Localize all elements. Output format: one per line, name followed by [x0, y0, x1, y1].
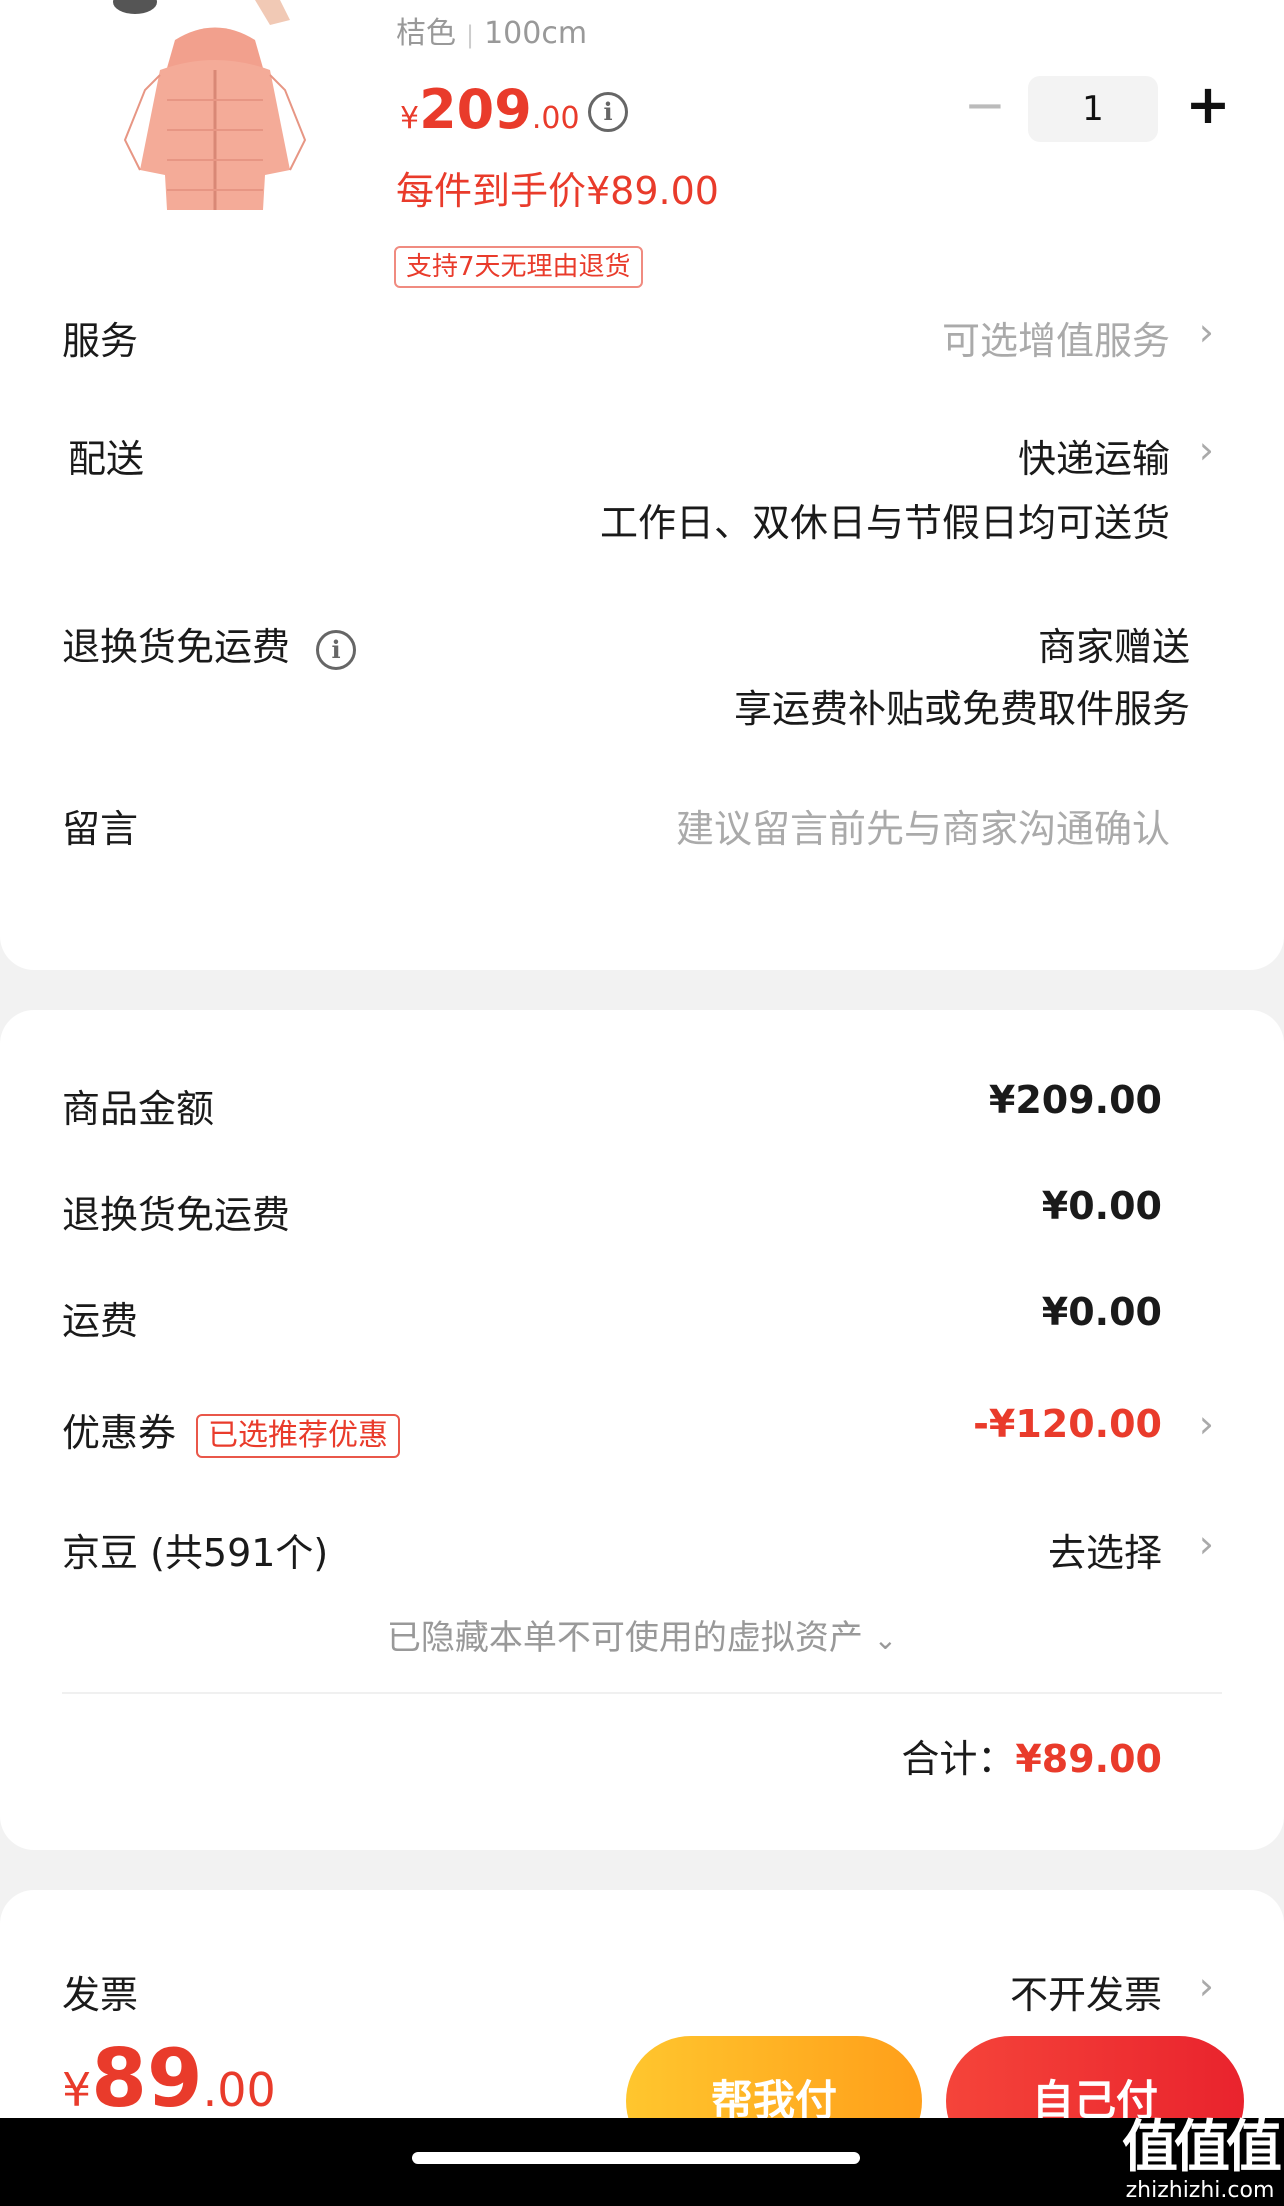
order-items-card: 桔色 | 100cm ¥209.00 i 每件到手价¥89.00 支持7天无理由退货… — [0, 0, 1284, 970]
order-amounts-card: 商品金额 ¥209.00 退换货免运费 ¥0.00 运费 ¥0.00 优惠券 已选… — [0, 1010, 1284, 1850]
chevron-right-icon: › — [1198, 1522, 1214, 1566]
divider — [62, 1692, 1222, 1694]
coupon-label: 优惠券 已选推荐优惠 — [62, 1402, 401, 1458]
delivery-value: 快递运输 — [1017, 437, 1170, 481]
bottom-price-yen: ¥ — [62, 2063, 92, 2117]
coupon-label-text: 优惠券 — [62, 1411, 177, 1455]
return-shipping-value: 商家赠送 — [1037, 625, 1190, 669]
price-yen: ¥ — [400, 101, 420, 136]
bottom-total-price: ¥89.00 — [62, 2032, 276, 2125]
spec-separator: | — [466, 21, 475, 49]
return-fee-label: 退换货免运费 — [62, 1193, 291, 1237]
price-integer: 209 — [419, 78, 532, 141]
goods-amount-label: 商品金额 — [62, 1087, 215, 1131]
chevron-right-icon: › — [1198, 428, 1214, 472]
jingdou-value: 去选择 — [1047, 1531, 1162, 1575]
product-price: ¥209.00 — [400, 78, 580, 141]
order-total: 合计：¥89.00 — [901, 1728, 1162, 1783]
watermark-logo: 值值值 — [1122, 2115, 1282, 2180]
jingdou-label: 京豆 (共591个) — [62, 1531, 329, 1575]
service-value: 可选增值服务 — [941, 319, 1170, 363]
return-fee-value: ¥0.00 — [1041, 1184, 1162, 1228]
quantity-input[interactable]: 1 — [1028, 76, 1158, 142]
return-policy-badge: 支持7天无理由退货 — [394, 246, 643, 288]
chevron-right-icon: › — [1198, 1964, 1214, 2008]
return-shipping-note: 享运费补贴或免费取件服务 — [733, 687, 1190, 731]
bottom-price-integer: 89 — [91, 2032, 203, 2125]
message-label: 留言 — [62, 807, 139, 851]
hidden-assets-text: 已隐藏本单不可使用的虚拟资产 — [386, 1618, 863, 1658]
info-icon[interactable]: i — [316, 629, 357, 670]
decrease-quantity-button[interactable]: − — [960, 72, 1010, 142]
delivery-note: 工作日、双休日与节假日均可送货 — [599, 501, 1170, 545]
total-label: 合计： — [901, 1737, 1016, 1781]
price-info-button[interactable]: i — [588, 92, 628, 132]
product-image[interactable] — [105, 0, 325, 220]
coupon-value: -¥120.00 — [973, 1402, 1162, 1446]
bottom-price-decimal: .00 — [202, 2063, 276, 2117]
invoice-label: 发票 — [62, 1973, 139, 2017]
price-decimal: .00 — [531, 101, 580, 136]
product-size: 100cm — [484, 16, 588, 51]
product-color: 桔色 — [396, 16, 456, 51]
goods-amount-value: ¥209.00 — [988, 1078, 1162, 1122]
increase-quantity-button[interactable]: + — [1178, 72, 1238, 142]
return-shipping-label: 退换货免运费 i — [62, 616, 357, 671]
service-label: 服务 — [62, 319, 139, 363]
shipping-fee-value: ¥0.00 — [1041, 1290, 1162, 1334]
return-shipping-label-text: 退换货免运费 — [62, 625, 291, 669]
delivery-label: 配送 — [68, 437, 145, 481]
watermark-url: zhizhizhi.com — [1125, 2178, 1275, 2203]
watermark: 值值值 zhizhizhi.com — [1122, 2115, 1282, 2203]
total-value: ¥89.00 — [1015, 1737, 1162, 1781]
shipping-fee-label: 运费 — [62, 1299, 139, 1343]
chevron-down-icon: ⌄ — [873, 1623, 898, 1656]
home-indicator[interactable] — [412, 2152, 860, 2164]
info-icon: i — [588, 92, 628, 132]
chevron-right-icon: › — [1198, 310, 1214, 354]
hidden-assets-toggle[interactable]: 已隐藏本单不可使用的虚拟资产 ⌄ — [0, 1610, 1284, 1659]
product-spec: 桔色 | 100cm — [396, 8, 587, 52]
chevron-right-icon: › — [1198, 1402, 1214, 1446]
unit-price: 每件到手价¥89.00 — [396, 169, 719, 213]
invoice-value: 不开发票 — [1009, 1973, 1162, 2017]
coupon-badge: 已选推荐优惠 — [196, 1413, 401, 1458]
message-input[interactable]: 建议留言前先与商家沟通确认 — [676, 798, 1170, 853]
